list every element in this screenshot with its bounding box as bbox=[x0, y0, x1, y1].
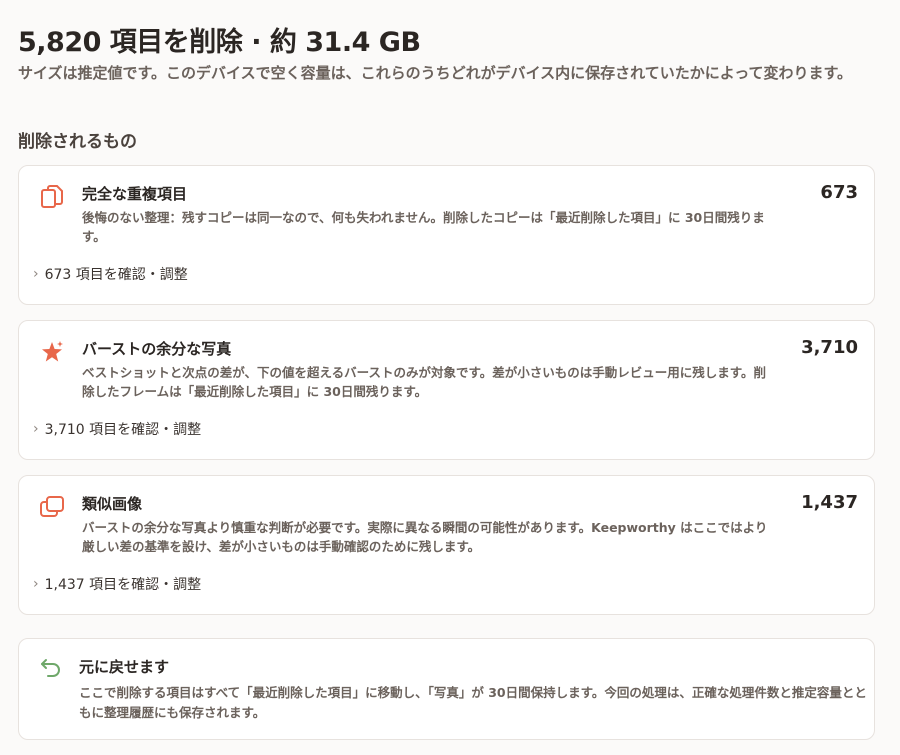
review-adjust-link[interactable]: › 673 項目を確認・調整 bbox=[33, 264, 188, 284]
undo-info-card: 元に戻せます ここで削除する項目はすべて「最近削除した項目」に移動し、「写真」が… bbox=[18, 638, 875, 740]
duplicate-copy-icon bbox=[39, 184, 65, 210]
review-adjust-label: 1,437 項目を確認・調整 bbox=[44, 577, 202, 593]
review-adjust-link[interactable]: › 1,437 項目を確認・調整 bbox=[33, 574, 201, 594]
chevron-right-icon: › bbox=[33, 421, 39, 437]
chevron-right-icon: › bbox=[33, 266, 39, 282]
similar-images-icon bbox=[39, 494, 65, 520]
review-adjust-label: 3,710 項目を確認・調整 bbox=[44, 422, 202, 438]
page-subtitle: サイズは推定値です。このデバイスで空く容量は、これらのうちどれがデバイス内に保存… bbox=[18, 64, 853, 82]
card-description: ベストショットと次点の差が、下の値を超えるバーストのみが対象です。差が小さいもの… bbox=[82, 365, 767, 399]
card-exact-duplicates: 完全な重複項目 673 後悔のない整理：残すコピーは同一なので、何も失われません… bbox=[18, 165, 875, 305]
review-adjust-label: 673 項目を確認・調整 bbox=[44, 267, 188, 283]
card-description: バーストの余分な写真より慎重な判断が必要です。実際に異なる瞬間の可能性があります… bbox=[82, 520, 768, 554]
card-similar-images: 類似画像 1,437 バーストの余分な写真より慎重な判断が必要です。実際に異なる… bbox=[18, 475, 875, 615]
section-heading: 削除されるもの bbox=[18, 132, 137, 152]
card-description: 後悔のない整理：残すコピーは同一なので、何も失われません。削除したコピーは「最近… bbox=[82, 210, 765, 244]
undo-title: 元に戻せます bbox=[79, 658, 170, 676]
page-title: 5,820 項目を削除 · 約 31.4 GB bbox=[18, 27, 421, 58]
chevron-right-icon: › bbox=[33, 576, 39, 592]
burst-star-icon bbox=[39, 339, 65, 365]
card-count: 3,710 bbox=[801, 337, 858, 358]
card-title: バーストの余分な写真 bbox=[82, 340, 232, 358]
card-count: 1,437 bbox=[801, 492, 858, 513]
card-count: 673 bbox=[820, 182, 858, 203]
card-burst-extras: バーストの余分な写真 3,710 ベストショットと次点の差が、下の値を超えるバー… bbox=[18, 320, 875, 460]
card-title: 完全な重複項目 bbox=[82, 185, 188, 203]
review-adjust-link[interactable]: › 3,710 項目を確認・調整 bbox=[33, 419, 201, 439]
card-title: 類似画像 bbox=[82, 495, 143, 513]
undo-description: ここで削除する項目はすべて「最近削除した項目」に移動し、「写真」が 30日間保持… bbox=[79, 685, 867, 720]
undo-arrow-icon bbox=[39, 656, 65, 682]
